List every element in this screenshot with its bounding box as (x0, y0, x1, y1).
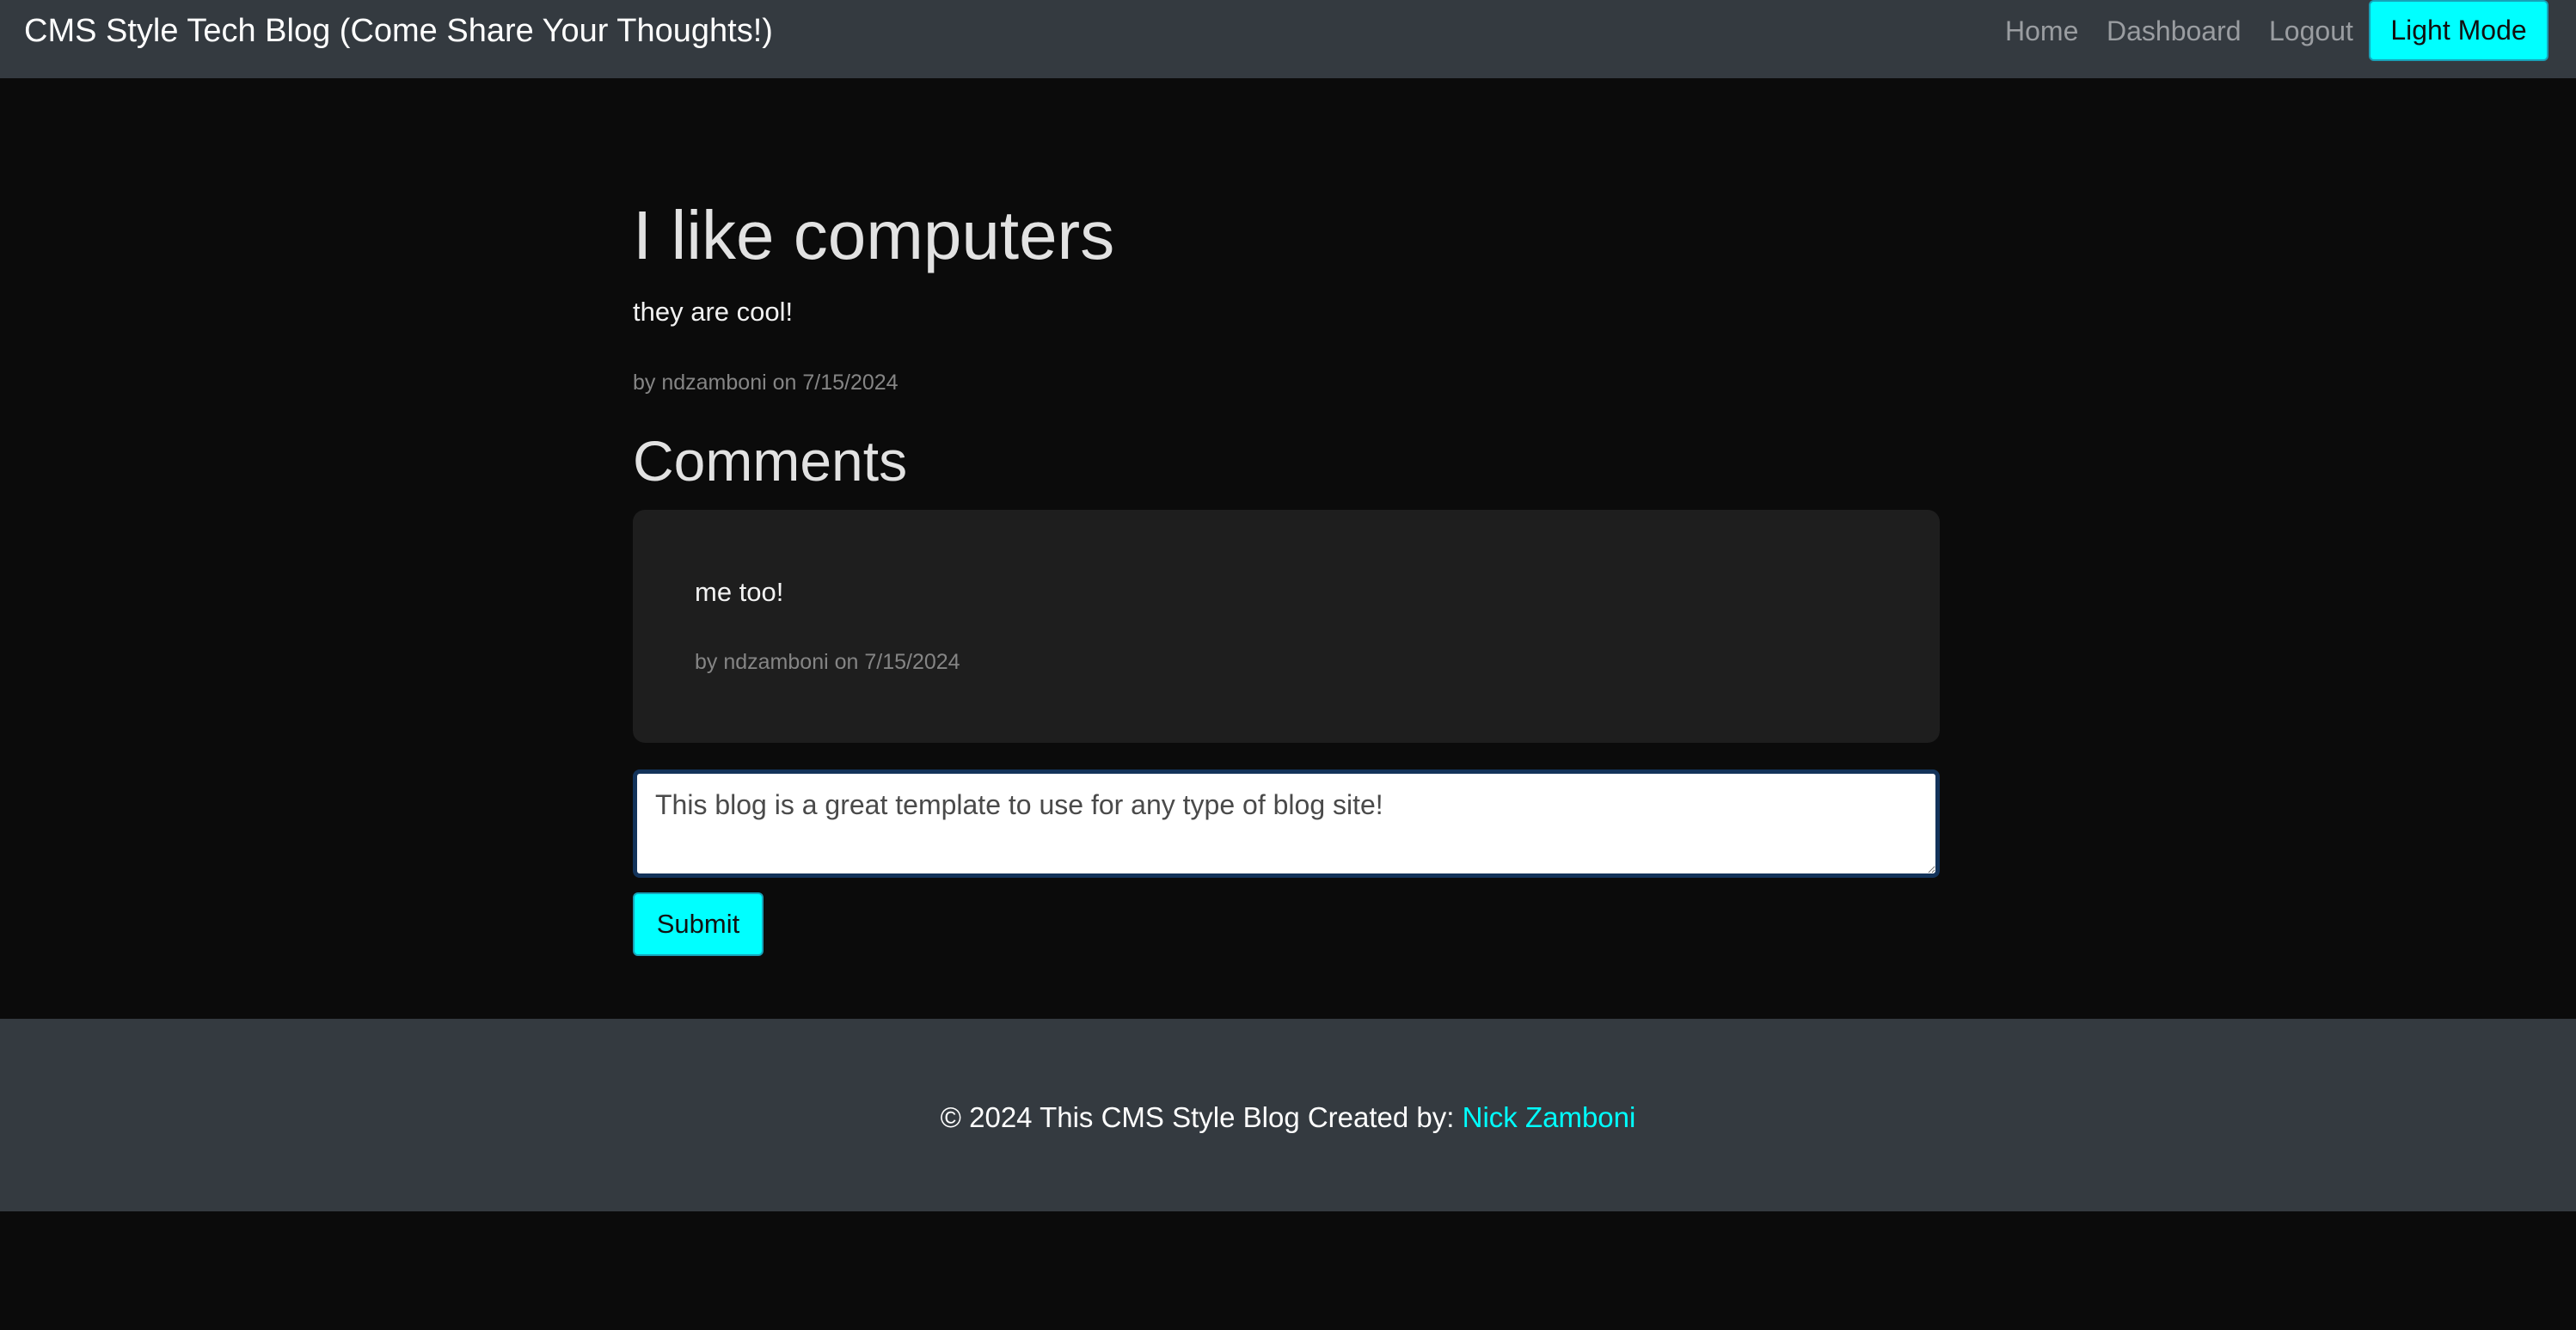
footer-author-link[interactable]: Nick Zamboni (1463, 1101, 1636, 1133)
comment-input[interactable]: This blog is a great template to use for… (633, 769, 1940, 878)
nav-link-home[interactable]: Home (2005, 14, 2078, 48)
comment-card: me too! by ndzamboni on 7/15/2024 (633, 510, 1940, 743)
post-body: they are cool! (633, 297, 794, 327)
top-navbar: CMS Style Tech Blog (Come Share Your Tho… (0, 0, 2576, 78)
footer-text: © 2024 This CMS Style Blog Created by: N… (0, 1100, 2576, 1136)
page-footer: © 2024 This CMS Style Blog Created by: N… (0, 1019, 2576, 1211)
nav-link-logout[interactable]: Logout (2269, 14, 2353, 48)
comments-heading: Comments (633, 429, 908, 493)
post-title: I like computers (633, 197, 1115, 273)
light-mode-toggle-button[interactable]: Light Mode (2369, 0, 2548, 61)
post-meta: by ndzamboni on 7/15/2024 (633, 371, 899, 395)
site-brand-link[interactable]: CMS Style Tech Blog (Come Share Your Tho… (24, 12, 773, 50)
submit-comment-button[interactable]: Submit (633, 892, 764, 956)
comment-meta: by ndzamboni on 7/15/2024 (695, 650, 960, 674)
footer-copyright: © 2024 This CMS Style Blog Created by: (940, 1101, 1455, 1133)
comment-text: me too! (695, 577, 784, 607)
nav-link-dashboard[interactable]: Dashboard (2107, 14, 2242, 48)
